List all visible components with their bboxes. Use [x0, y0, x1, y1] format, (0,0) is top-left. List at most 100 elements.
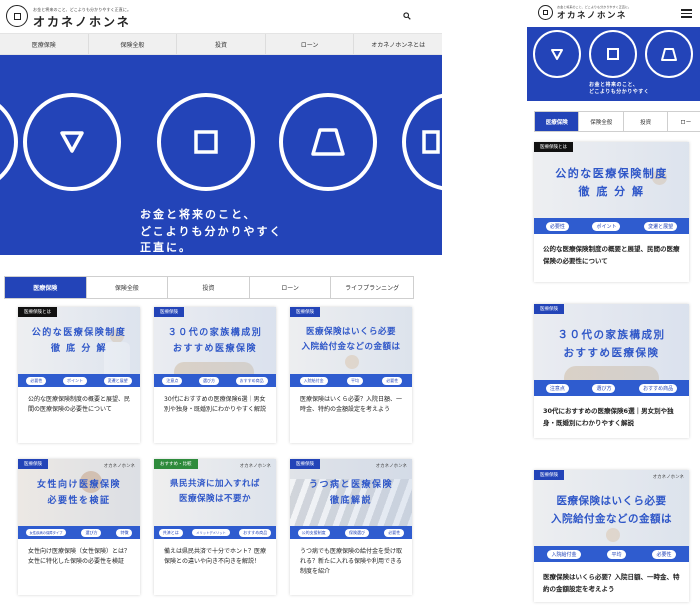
tab-medical[interactable]: 医療保険: [535, 112, 580, 131]
partial-shape-icon: [422, 130, 440, 154]
site-name[interactable]: オカネノホンネ: [557, 9, 627, 21]
pill: 共済とは: [158, 528, 183, 537]
article-card[interactable]: 医療保険とは 公的な医療保険制度 徹 底 分 解 必要性 ポイント 変遷と展望 …: [18, 307, 140, 443]
search-icon[interactable]: [403, 12, 411, 20]
article-thumbnail: おすすめ・比較 オカネノホンネ 県民共済に加入すれば 医療保険は不要か 共済とは…: [154, 459, 276, 539]
article-thumbnail: 医療保険 オカネノホンネ 女性向け医療保険 必要性を検証 女性疾病の保障タイプ …: [18, 459, 140, 539]
article-title[interactable]: 備えは県民共済で十分でホント？医療保険との違いや向き不向きを解説！: [164, 547, 268, 567]
pill: 入院給付金: [299, 376, 328, 385]
pill: 注意点: [545, 383, 569, 393]
hero-banner: お金と将来のこと、 どこよりも分かりやすく: [527, 27, 700, 101]
hero-banner: お金と将来のこと、 どこよりも分かりやすく 正直に。: [0, 55, 442, 255]
article-title[interactable]: 医療保険はいくら必要？入院日額、一時金、特約の金額設定を考えよう: [300, 395, 404, 415]
thumb-pill-bar: 注意点 選び方 おすすめ商品: [154, 374, 276, 387]
hero-circle-square: [589, 30, 637, 78]
article-thumbnail: 医療保険 オカネノホンネ うつ病と医療保険 徹底解説 公的支援制度 保険選び 必…: [290, 459, 412, 539]
tab-loan[interactable]: ローン: [249, 277, 332, 298]
article-card[interactable]: 医療保険 ３０代の家族構成別 おすすめ医療保険 注意点 選び方 おすすめ商品 3…: [534, 304, 689, 438]
article-title[interactable]: うつ病でも医療保険の給付金を受け取れる？新たに入れる保険や利用できる制度を紹介: [300, 547, 404, 578]
article-card[interactable]: 医療保険 医療保険はいくら必要 入院給付金などの金額は 入院給付金 平均 必要性…: [290, 307, 412, 443]
tab-investment[interactable]: 投資: [623, 112, 669, 131]
article-card[interactable]: 医療保険 ３０代の家族構成別 おすすめ医療保険 注意点 選び方 おすすめ商品 3…: [154, 307, 276, 443]
tab-investment[interactable]: 投資: [168, 277, 250, 298]
square-icon: [194, 130, 218, 154]
hero-copy-line1: お金と将来のこと、: [589, 82, 639, 88]
watermark: オカネノホンネ: [103, 464, 135, 469]
article-badge: 医療保険: [534, 470, 564, 480]
hero-circle-triangle: [533, 30, 581, 78]
pill: おすすめ商品: [639, 383, 678, 393]
pill: 特徴: [116, 528, 133, 537]
article-thumbnail: 医療保険 オカネノホンネ 医療保険はいくら必要 入院給付金などの金額は 入院給付…: [534, 470, 689, 562]
article-title[interactable]: 30代におすすめの医療保険6選｜男女別や独身・既婚別にわかりやすく解説: [543, 406, 681, 429]
article-badge: 医療保険: [534, 304, 564, 314]
article-badge: 医療保険: [290, 459, 320, 469]
trapezoid-icon: [311, 128, 345, 156]
hero-copy: お金と将来のこと、 どこよりも分かりやすく: [589, 82, 649, 96]
category-tabs: 医療保険 保険全般 投資 ローン ライフプランニング: [4, 276, 414, 299]
site-name[interactable]: オカネノホンネ: [33, 13, 131, 30]
article-title[interactable]: 公的な医療保険制度の概要と展望、民間の医療保険の必要性について: [28, 395, 132, 415]
nav-item-investment[interactable]: 投資: [177, 34, 266, 54]
pill: ポイント: [62, 376, 87, 385]
thumb-title-line2: 徹底解説: [329, 496, 372, 506]
pill: 注意点: [162, 376, 183, 385]
thumb-title-line2: 入院給付金などの金額は: [301, 342, 401, 352]
article-card[interactable]: 医療保険 オカネノホンネ うつ病と医療保険 徹底解説 公的支援制度 保険選び 必…: [290, 459, 412, 595]
article-title[interactable]: 公的な医療保険制度の概要と展望、民間の医療保険の必要性について: [543, 244, 681, 267]
nav-item-about[interactable]: オカネノホンネとは: [354, 34, 442, 54]
pill: 必要性: [545, 221, 569, 231]
hero-circle-trapezoid: [645, 30, 693, 78]
thumb-pill-bar: 入院給付金 平均 必要性: [534, 546, 689, 562]
logo-icon[interactable]: [6, 5, 28, 27]
thumb-pill-bar: 必要性 ポイント 変遷と展望: [18, 374, 140, 387]
article-card[interactable]: 医療保険 オカネノホンネ 女性向け医療保険 必要性を検証 女性疾病の保障タイプ …: [18, 459, 140, 595]
global-nav: 医療保険 保険全般 投資 ローン オカネノホンネとは: [0, 33, 442, 55]
pill: おすすめ商品: [239, 528, 272, 537]
pill: 平均: [346, 376, 363, 385]
triangle-icon: [60, 131, 84, 153]
tab-lifeplanning[interactable]: ライフプランニング: [331, 277, 413, 298]
pill: 公的支援制度: [297, 528, 330, 537]
hero-copy-line2: どこよりも分かりやすく: [589, 89, 650, 95]
pill: 保険選び: [344, 528, 369, 537]
tab-medical[interactable]: 医療保険: [5, 277, 87, 298]
article-badge: 医療保険とは: [18, 307, 57, 317]
pill: 選び方: [81, 528, 102, 537]
tab-insurance[interactable]: 保険全般: [86, 277, 169, 298]
pill: メリットデメリット: [192, 529, 230, 536]
article-title[interactable]: 医療保険はいくら必要？入院日額、一時金、特約の金額設定を考えよう: [543, 572, 681, 595]
article-card[interactable]: 医療保険 オカネノホンネ 医療保険はいくら必要 入院給付金などの金額は 入院給付…: [534, 470, 689, 602]
hero-circle-partial-right: [402, 93, 442, 191]
watermark: オカネノホンネ: [375, 464, 407, 469]
thumb-title-line1: 公的な医療保険制度: [31, 328, 127, 338]
article-card[interactable]: 医療保険とは 公的な医療保険制度 徹 底 分 解 必要性 ポイント 変遷と展望 …: [534, 142, 689, 282]
article-thumbnail: 医療保険 医療保険はいくら必要 入院給付金などの金額は 入院給付金 平均 必要性: [290, 307, 412, 387]
thumb-pill-bar: 女性疾病の保障タイプ 選び方 特徴: [18, 526, 140, 539]
nav-item-loan[interactable]: ローン: [266, 34, 355, 54]
hero-circle-triangle: [23, 93, 121, 191]
desktop-view: お金と将来のこと、どこよりも分かりやすく正直に。 オカネノホンネ 医療保険 保険…: [0, 0, 442, 605]
article-title[interactable]: 女性向け医療保険（女性保険）とは？女性に特化した保険の必要性を検証: [28, 547, 132, 567]
nav-item-medical[interactable]: 医療保険: [0, 34, 89, 54]
thumb-title-line1: 公的な医療保険制度: [555, 167, 668, 180]
article-badge: 医療保険とは: [534, 142, 573, 152]
hero-circle-trapezoid: [279, 93, 377, 191]
hamburger-icon[interactable]: [681, 7, 692, 20]
tab-insurance[interactable]: 保険全般: [579, 112, 624, 131]
nav-item-insurance[interactable]: 保険全般: [89, 34, 178, 54]
watermark: オカネノホンネ: [239, 464, 271, 469]
tab-loan[interactable]: ロー: [668, 112, 700, 131]
thumb-title-line1: 女性向け医療保険: [36, 480, 121, 490]
logo-icon[interactable]: [538, 5, 553, 20]
pill: 必要性: [382, 376, 403, 385]
hero-copy-line3: 正直に。: [140, 241, 192, 254]
article-card[interactable]: おすすめ・比較 オカネノホンネ 県民共済に加入すれば 医療保険は不要か 共済とは…: [154, 459, 276, 595]
article-title[interactable]: 30代におすすめの医療保険6選｜男女別や独身・既婚別にわかりやすく解説: [164, 395, 268, 415]
thumb-title-line1: ３０代の家族構成別: [557, 329, 666, 341]
thumb-title-line1: 県民共済に加入すれば: [169, 479, 260, 489]
trapezoid-icon: [661, 47, 677, 61]
thumb-title-line1: 医療保険はいくら必要: [305, 327, 396, 337]
article-badge: 医療保険: [18, 459, 48, 469]
article-badge: おすすめ・比較: [154, 459, 198, 469]
